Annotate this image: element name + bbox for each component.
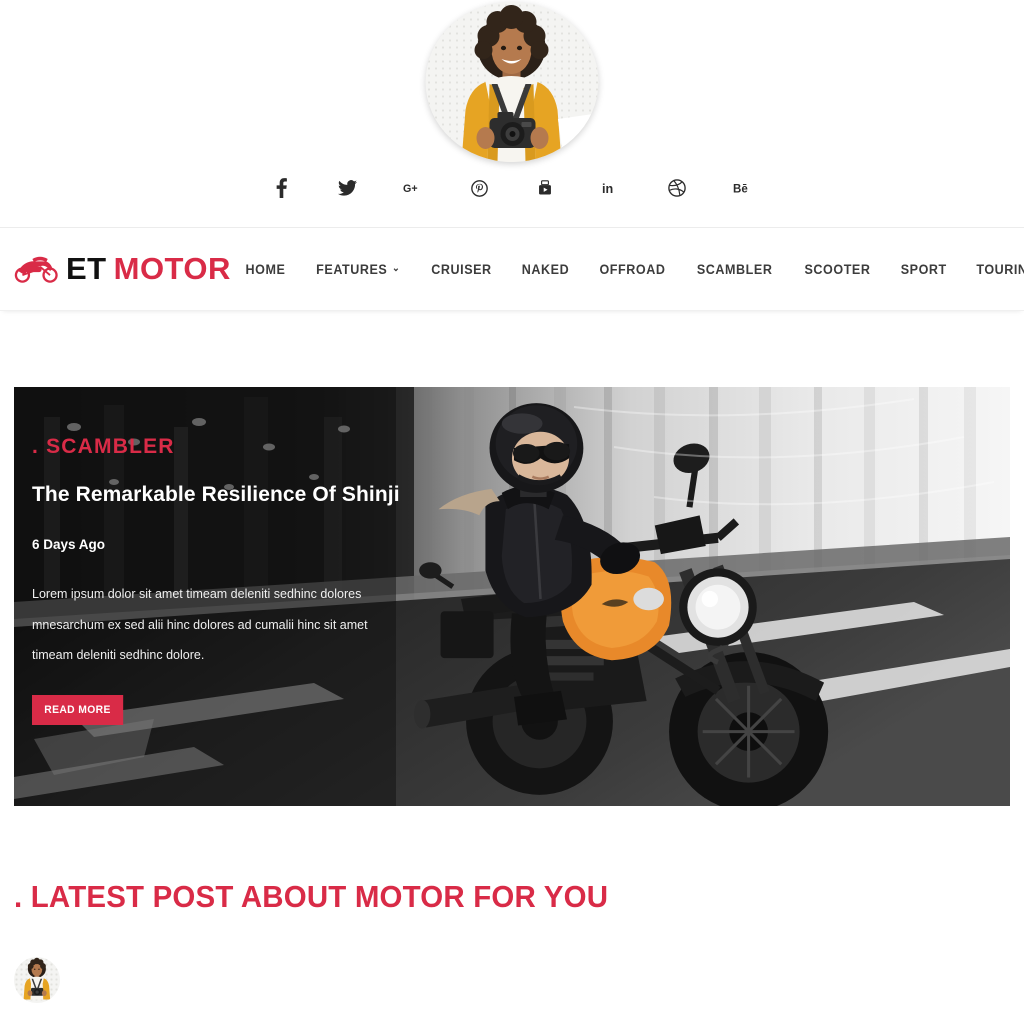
list-item[interactable]	[14, 957, 1010, 1003]
svg-text:in: in	[602, 182, 613, 196]
nav-item-features[interactable]: FEATURES ⌄	[304, 262, 412, 277]
brand-text-primary: ET	[66, 251, 107, 286]
chevron-down-icon: ⌄	[391, 263, 401, 274]
nav-label: SPORT	[900, 261, 947, 277]
latest-posts-section: . LATEST POST ABOUT MOTOR FOR YOU	[0, 806, 1024, 1003]
nav-label: CRUISER	[431, 261, 493, 277]
read-more-button[interactable]: READ MORE	[32, 694, 124, 725]
nav-label: HOME	[245, 261, 286, 277]
hero-content: . SCAMBLER The Remarkable Resilience Of …	[32, 435, 402, 725]
hero-title[interactable]: The Remarkable Resilience Of Shinji	[32, 483, 402, 507]
nav-label: FEATURES	[316, 261, 388, 277]
facebook-icon[interactable]	[271, 178, 291, 198]
site-logo[interactable]: ET MOTOR	[14, 251, 231, 287]
main-navigation-bar: ET MOTOR HOME FEATURES ⌄ CRUISER NAKED OF…	[0, 228, 1024, 311]
pinterest-icon[interactable]	[469, 178, 489, 198]
nav-menu: HOME FEATURES ⌄ CRUISER NAKED OFFROAD SC…	[231, 261, 1024, 277]
nav-item-sport[interactable]: SPORT	[888, 262, 958, 277]
svg-text:G+: G+	[403, 183, 418, 195]
nav-label: OFFROAD	[599, 261, 666, 277]
nav-item-offroad[interactable]: OFFROAD	[588, 262, 678, 277]
google-plus-icon[interactable]: G+	[403, 178, 423, 198]
hero-card[interactable]: . SCAMBLER The Remarkable Resilience Of …	[14, 387, 1010, 806]
nav-label: SCAMBLER	[697, 261, 773, 277]
social-links: G+ in Bē	[0, 178, 1024, 198]
nav-item-naked[interactable]: NAKED	[510, 262, 582, 277]
avatar	[425, 2, 599, 162]
dribbble-icon[interactable]	[667, 178, 687, 198]
brand-text: ET MOTOR	[66, 251, 231, 287]
svg-text:Bē: Bē	[733, 183, 748, 195]
behance-icon[interactable]: Bē	[733, 178, 753, 198]
brand-text-accent: MOTOR	[113, 251, 231, 286]
hero-section: . SCAMBLER The Remarkable Resilience Of …	[0, 311, 1024, 806]
motorcycle-icon	[14, 256, 58, 283]
top-header-bar: G+ in Bē	[0, 0, 1024, 228]
nav-item-touring[interactable]: TOURING	[964, 262, 1024, 277]
twitter-icon[interactable]	[337, 178, 357, 198]
nav-item-scambler[interactable]: SCAMBLER	[685, 262, 785, 277]
author-avatar	[14, 957, 60, 1003]
nav-item-home[interactable]: HOME	[233, 262, 297, 277]
hero-excerpt: Lorem ipsum dolor sit amet timeam deleni…	[32, 587, 368, 663]
nav-label: NAKED	[522, 261, 570, 277]
nav-label: TOURING	[976, 261, 1024, 277]
nav-item-scooter[interactable]: SCOOTER	[792, 262, 882, 277]
nav-label: SCOOTER	[804, 261, 871, 277]
section-heading: . LATEST POST ABOUT MOTOR FOR YOU	[14, 879, 609, 914]
hero-date: 6 Days Ago	[32, 537, 106, 552]
youtube-icon[interactable]	[535, 178, 555, 198]
author-avatar-illustration	[23, 957, 51, 1000]
hero-category-label[interactable]: . SCAMBLER	[32, 435, 402, 459]
avatar-disc	[425, 2, 599, 162]
nav-item-cruiser[interactable]: CRUISER	[420, 262, 505, 277]
linkedin-icon[interactable]: in	[601, 178, 621, 198]
avatar-person-illustration	[461, 5, 562, 162]
